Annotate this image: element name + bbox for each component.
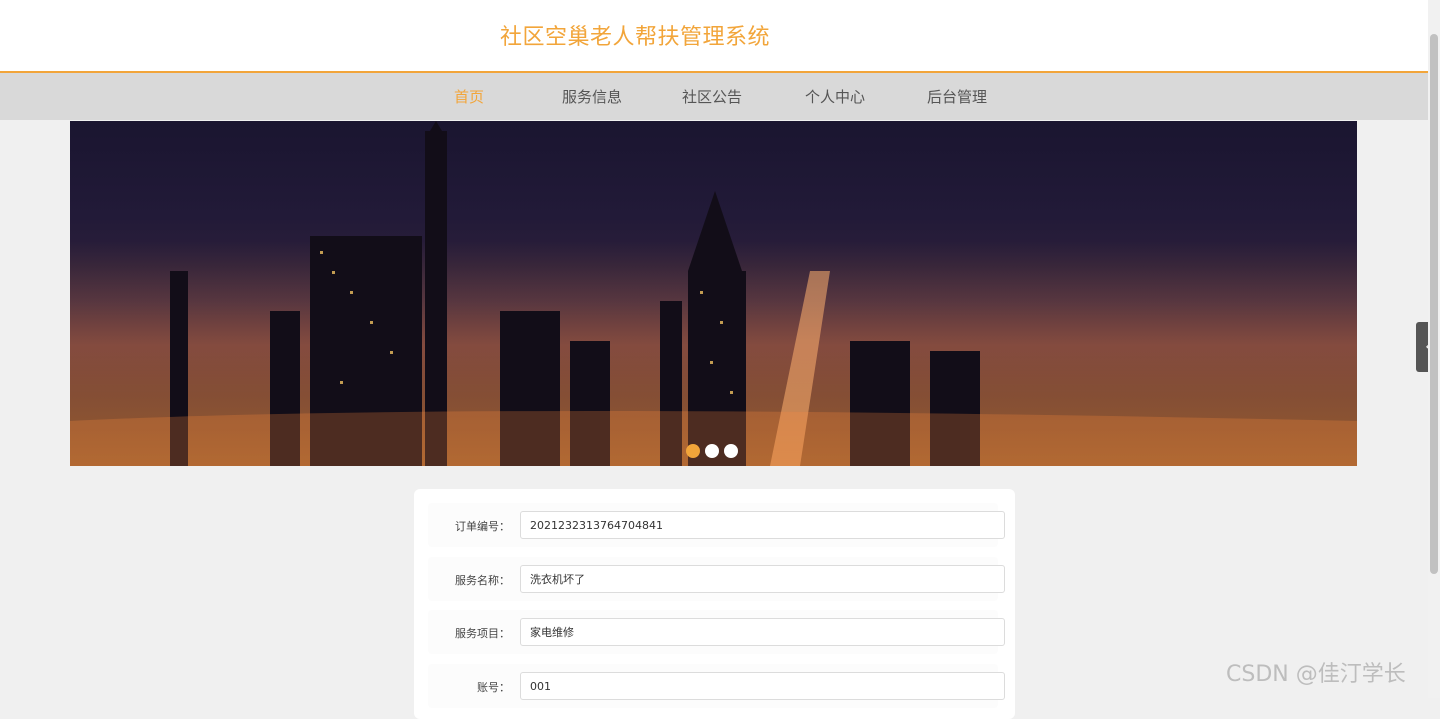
form-row-account: 账号： 001 — [428, 664, 1005, 708]
scrollbar-thumb[interactable] — [1430, 34, 1438, 574]
site-title: 社区空巢老人帮扶管理系统 — [500, 25, 771, 50]
form-row-service-item: 服务项目： 家电维修 — [428, 610, 1005, 654]
order-number-label: 订单编号： — [455, 520, 510, 533]
nav-item-announcements[interactable]: 社区公告 — [682, 86, 742, 107]
service-name-label: 服务名称： — [455, 574, 510, 587]
form-row-service-name: 服务名称： 洗衣机坏了 — [428, 557, 1005, 601]
carousel-dot-2[interactable] — [705, 444, 719, 458]
account-field[interactable]: 001 — [520, 672, 1005, 700]
watermark: CSDN @佳汀学长 — [1226, 662, 1406, 687]
carousel-dot-3[interactable] — [724, 444, 738, 458]
carousel-dot-1[interactable] — [686, 444, 700, 458]
service-item-field[interactable]: 家电维修 — [520, 618, 1005, 646]
service-item-label: 服务项目： — [455, 627, 510, 640]
main-nav: 首页 服务信息 社区公告 个人中心 后台管理 — [0, 73, 1428, 120]
nav-item-admin[interactable]: 后台管理 — [927, 86, 987, 107]
order-detail-form: 订单编号： 2021232313764704841 服务名称： 洗衣机坏了 服务… — [414, 489, 1015, 719]
service-name-field[interactable]: 洗衣机坏了 — [520, 565, 1005, 593]
nav-item-home[interactable]: 首页 — [454, 86, 484, 107]
carousel-dots — [686, 443, 743, 458]
nav-item-service-info[interactable]: 服务信息 — [562, 86, 622, 107]
account-label: 账号： — [477, 681, 510, 694]
site-header: 社区空巢老人帮扶管理系统 — [0, 0, 1428, 73]
form-row-order-number: 订单编号： 2021232313764704841 — [428, 503, 1005, 547]
page-scrollbar[interactable] — [1428, 0, 1440, 698]
city-night-skyline-image — [70, 121, 1357, 466]
banner-carousel[interactable] — [70, 121, 1357, 466]
nav-item-personal-center[interactable]: 个人中心 — [805, 86, 865, 107]
order-number-field[interactable]: 2021232313764704841 — [520, 511, 1005, 539]
